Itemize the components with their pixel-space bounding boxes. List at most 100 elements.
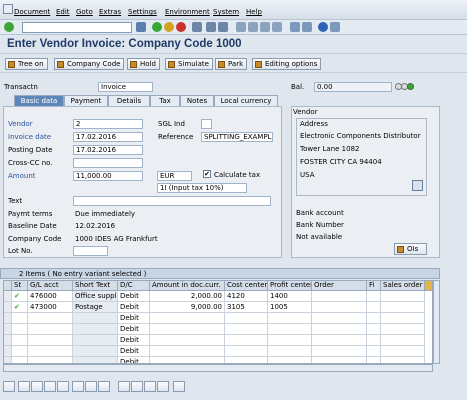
layout-menu-icon[interactable] bbox=[330, 22, 340, 32]
cell-text[interactable]: Office supplie bbox=[73, 291, 118, 302]
cell-amount[interactable]: 9,000.00 bbox=[150, 302, 225, 313]
cell-st[interactable] bbox=[12, 357, 28, 363]
menu-goto[interactable]: Goto bbox=[76, 8, 93, 16]
reference-input[interactable]: SPLITTING_EXAMPL bbox=[201, 132, 273, 142]
text-input[interactable] bbox=[73, 196, 271, 206]
cell-dc[interactable]: Debit bbox=[118, 357, 150, 363]
cross-cc-input[interactable] bbox=[73, 158, 143, 168]
find-next-icon[interactable] bbox=[218, 22, 228, 32]
export-icon[interactable] bbox=[173, 381, 185, 392]
cell-text[interactable] bbox=[73, 346, 118, 357]
row-selector[interactable] bbox=[4, 291, 12, 302]
cell-order[interactable] bbox=[312, 313, 367, 324]
cell-cc[interactable]: 3105 bbox=[225, 302, 268, 313]
cell-fi[interactable] bbox=[367, 335, 381, 346]
menu-system[interactable]: System bbox=[213, 8, 239, 16]
tab-notes[interactable]: Notes bbox=[180, 95, 214, 106]
row-selector[interactable] bbox=[4, 313, 12, 324]
row-selector[interactable] bbox=[4, 302, 12, 313]
cell-pc[interactable] bbox=[268, 313, 312, 324]
company-code-button[interactable]: Company Code bbox=[54, 58, 125, 70]
cell-st[interactable] bbox=[12, 335, 28, 346]
column-header-order[interactable]: Order bbox=[312, 281, 367, 291]
sort-descending-icon[interactable] bbox=[131, 381, 143, 392]
cell-order[interactable] bbox=[312, 291, 367, 302]
cell-pc[interactable] bbox=[268, 335, 312, 346]
cell-text[interactable] bbox=[73, 357, 118, 363]
menu-environment[interactable]: Environment bbox=[165, 8, 210, 16]
item-last-icon[interactable] bbox=[57, 381, 69, 392]
cell-order[interactable] bbox=[312, 335, 367, 346]
print-icon[interactable] bbox=[192, 22, 202, 32]
first-page-icon[interactable] bbox=[236, 22, 246, 32]
cell-gl[interactable]: 473000 bbox=[28, 302, 73, 313]
cell-cc[interactable] bbox=[225, 324, 268, 335]
column-header-profit-center[interactable]: Profit center bbox=[268, 281, 312, 291]
editing-options-button[interactable]: Editing options bbox=[252, 58, 322, 70]
cancel-icon[interactable] bbox=[176, 22, 186, 32]
cell-dc[interactable]: Debit bbox=[118, 302, 150, 313]
cell-dc[interactable]: Debit bbox=[118, 346, 150, 357]
table-horizontal-scrollbar[interactable] bbox=[3, 364, 433, 372]
tab-local-currency[interactable]: Local currency bbox=[214, 95, 278, 106]
cell-fi[interactable] bbox=[367, 302, 381, 313]
invoice-date-input[interactable]: 17.02.2016 bbox=[73, 132, 143, 142]
sgl-ind-input[interactable] bbox=[201, 119, 212, 129]
sort-ascending-icon[interactable] bbox=[118, 381, 130, 392]
lot-number-input[interactable] bbox=[73, 246, 108, 256]
cell-cc[interactable] bbox=[225, 357, 268, 363]
cell-st[interactable]: ✔ bbox=[12, 302, 28, 313]
cell-cc[interactable]: 4120 bbox=[225, 291, 268, 302]
new-session-icon[interactable] bbox=[290, 22, 300, 32]
table-settings-icon[interactable] bbox=[425, 281, 432, 291]
menu-document[interactable]: Document bbox=[14, 8, 50, 16]
menu-settings[interactable]: Settings bbox=[128, 8, 157, 16]
exit-icon[interactable] bbox=[164, 22, 174, 32]
cell-fi[interactable] bbox=[367, 313, 381, 324]
cell-gl[interactable] bbox=[28, 313, 73, 324]
column-header-debit-credit[interactable]: D/C bbox=[118, 281, 150, 291]
cell-pc[interactable] bbox=[268, 346, 312, 357]
cell-fi[interactable] bbox=[367, 346, 381, 357]
cell-gl[interactable] bbox=[28, 335, 73, 346]
menu-extras[interactable]: Extras bbox=[99, 8, 121, 16]
cell-st[interactable] bbox=[12, 324, 28, 335]
calculate-tax-checkbox[interactable]: ✔ bbox=[203, 170, 211, 178]
column-header-short-text[interactable]: Short Text bbox=[73, 281, 118, 291]
hold-button[interactable]: Hold bbox=[127, 58, 160, 70]
cell-dc[interactable]: Debit bbox=[118, 335, 150, 346]
table-vertical-scrollbar[interactable] bbox=[433, 280, 440, 364]
window-menu-icon[interactable] bbox=[3, 4, 13, 14]
cell-fi[interactable] bbox=[367, 291, 381, 302]
cell-so[interactable] bbox=[381, 346, 425, 357]
menu-edit[interactable]: Edit bbox=[56, 8, 70, 16]
tax-code-select[interactable]: 1I (Input tax 10%) bbox=[157, 183, 247, 193]
row-selector[interactable] bbox=[4, 357, 12, 363]
row-selector[interactable] bbox=[4, 324, 12, 335]
tab-details[interactable]: Details bbox=[108, 95, 150, 106]
column-header-amount[interactable]: Amount in doc.curr. bbox=[150, 281, 225, 291]
help-icon[interactable] bbox=[318, 22, 328, 32]
cell-dc[interactable]: Debit bbox=[118, 313, 150, 324]
cell-dc[interactable]: Debit bbox=[118, 324, 150, 335]
shortcut-icon[interactable] bbox=[302, 22, 312, 32]
item-next-icon[interactable] bbox=[44, 381, 56, 392]
back-icon[interactable] bbox=[152, 22, 162, 32]
next-page-icon[interactable] bbox=[260, 22, 270, 32]
cell-so[interactable] bbox=[381, 324, 425, 335]
cell-text[interactable] bbox=[73, 313, 118, 324]
cell-pc[interactable]: 1400 bbox=[268, 291, 312, 302]
vendor-input[interactable]: 2 bbox=[73, 119, 143, 129]
tab-payment[interactable]: Payment bbox=[64, 95, 108, 106]
cell-so[interactable] bbox=[381, 357, 425, 363]
transaction-select[interactable]: Invoice bbox=[98, 82, 153, 92]
cell-cc[interactable] bbox=[225, 313, 268, 324]
column-header-fi[interactable]: Fi bbox=[367, 281, 381, 291]
row-selector[interactable] bbox=[4, 346, 12, 357]
save-icon[interactable] bbox=[136, 22, 146, 32]
address-detail-icon[interactable] bbox=[412, 180, 423, 191]
cell-amount[interactable]: 2,000.00 bbox=[150, 291, 225, 302]
tab-tax[interactable]: Tax bbox=[150, 95, 180, 106]
insert-row-icon[interactable] bbox=[72, 381, 84, 392]
cell-order[interactable] bbox=[312, 302, 367, 313]
